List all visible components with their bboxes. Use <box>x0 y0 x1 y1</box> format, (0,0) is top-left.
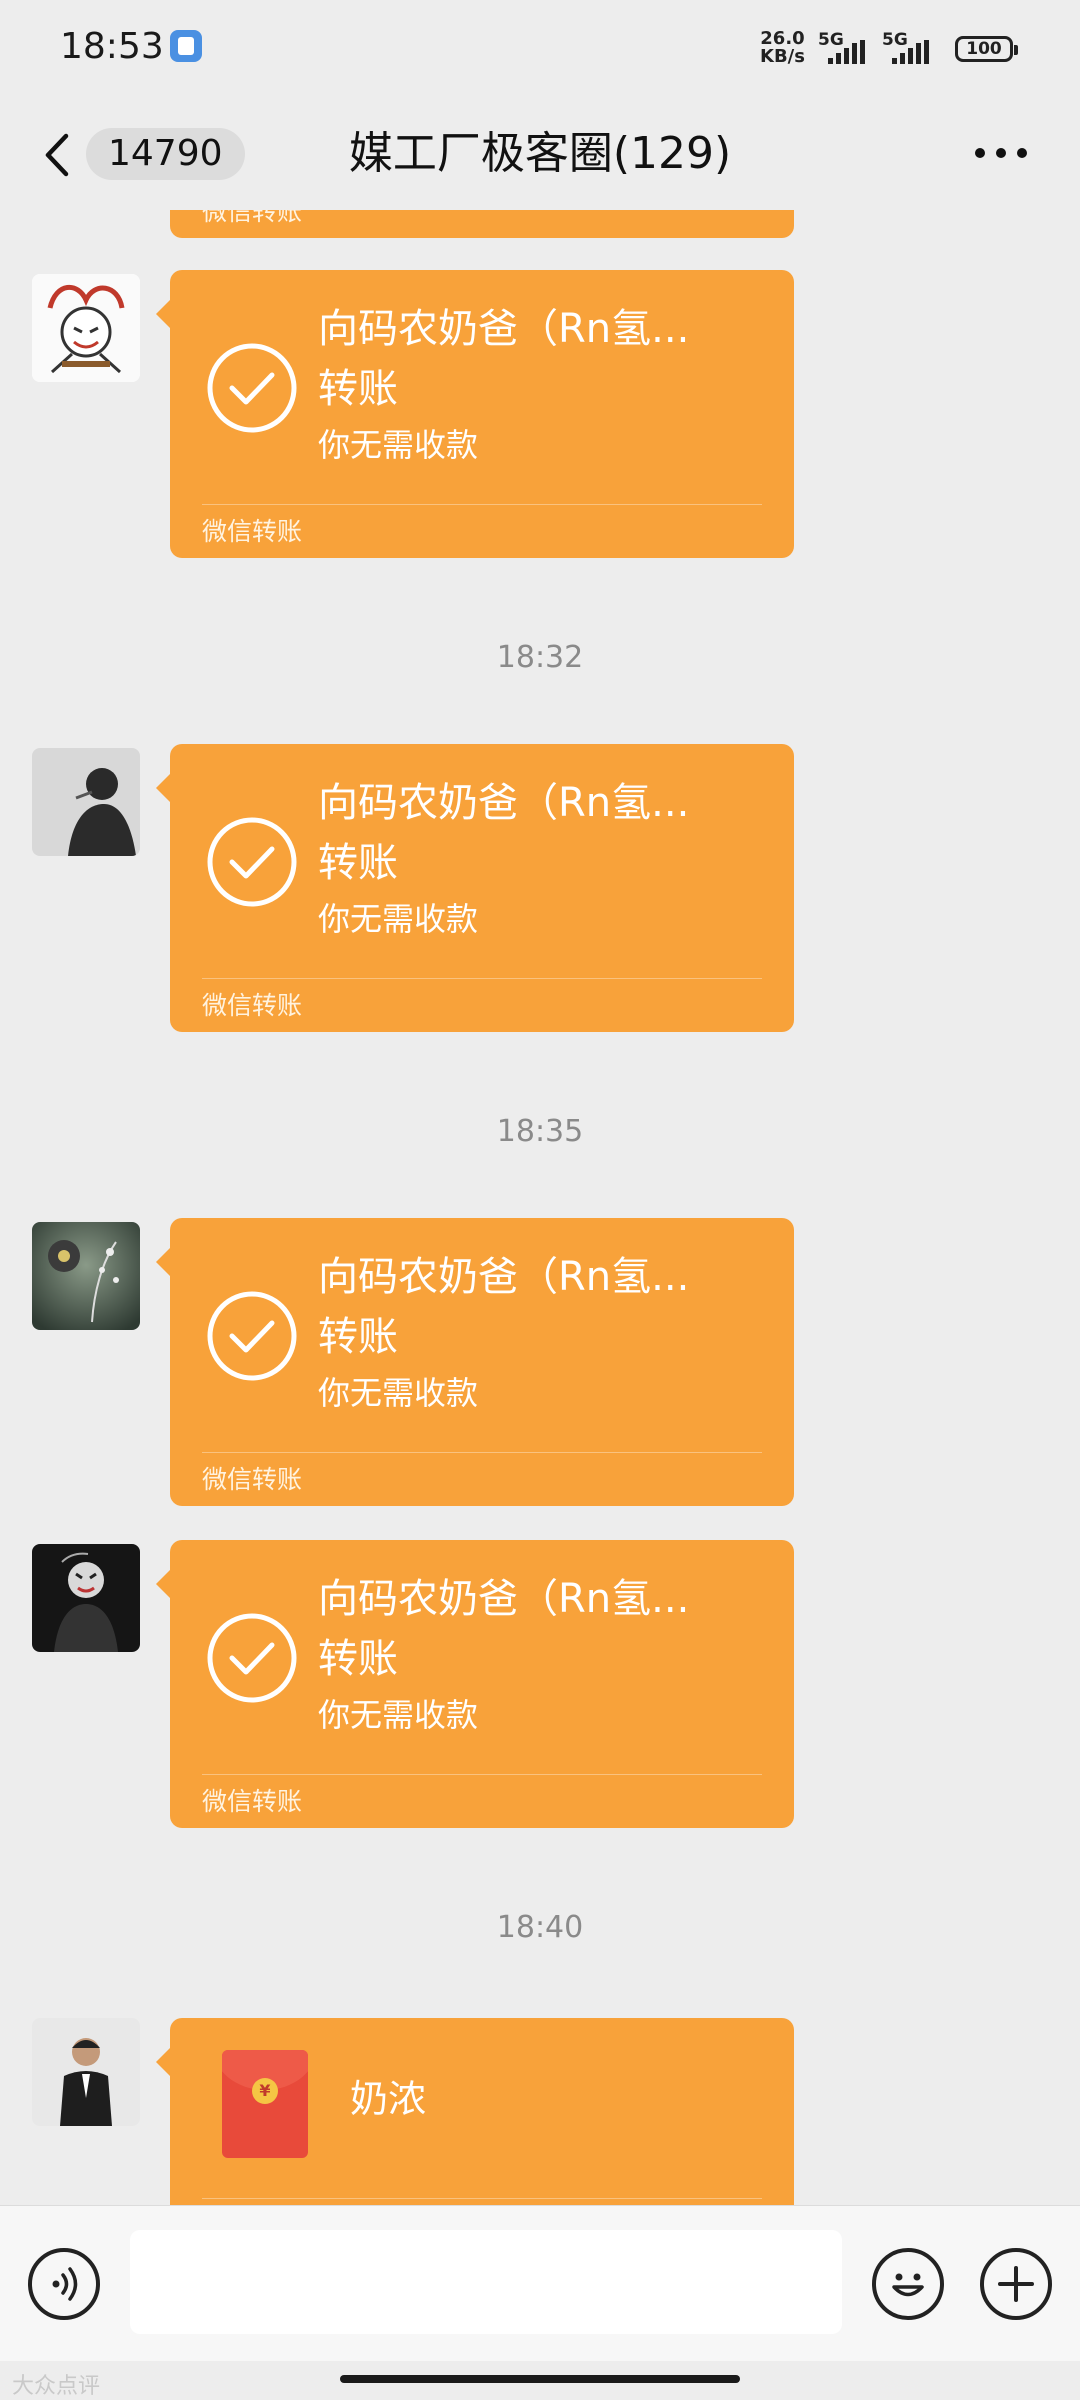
transfer-sender-name: 向码农奶爸（Rn氢... <box>318 306 690 352</box>
check-circle-icon <box>207 1613 297 1703</box>
transfer-sender-name: 向码农奶爸（Rn氢... <box>318 780 690 826</box>
sim2-signal-icon: 5G <box>882 30 952 64</box>
man-smoking-avatar-icon[interactable] <box>32 748 140 856</box>
transfer-source-label: 微信转账 <box>202 517 303 546</box>
card-divider <box>202 978 762 979</box>
message-list[interactable]: 微信转账 向码农奶爸（Rn氢... 转账 你无需收款 微信转账 18:32 向码… <box>0 210 1080 2205</box>
transfer-note: 你无需收款 <box>318 1374 479 1412</box>
transfer-kind: 转账 <box>318 1636 398 1682</box>
voice-icon <box>52 2267 78 2301</box>
battery-icon: 100 <box>955 36 1018 62</box>
chevron-left-icon <box>45 133 69 177</box>
red-packet-title: 奶浓 <box>350 2077 427 2121</box>
message-timestamp: 18:35 <box>496 1114 584 1149</box>
watermark: 大众点评 <box>12 2374 101 2399</box>
message-input[interactable] <box>130 2230 842 2334</box>
network-speed-unit: KB/s <box>760 46 805 67</box>
transfer-message[interactable]: 向码农奶爸（Rn氢... 转账 你无需收款 微信转账 <box>156 744 794 1032</box>
transfer-kind: 转账 <box>318 366 398 412</box>
sim1-signal-icon: 5G <box>818 30 888 64</box>
status-bar: 18:53 26.0 KB/s 5G 5G 100 <box>0 0 1080 100</box>
plus-icon <box>998 2266 1034 2302</box>
message-timestamp: 18:40 <box>496 1910 584 1945</box>
transfer-note: 你无需收款 <box>318 1696 479 1734</box>
emoji-button[interactable] <box>872 2248 944 2320</box>
more-options-button[interactable] <box>975 148 1031 164</box>
card-divider <box>202 504 762 505</box>
notification-app-icon <box>170 30 202 62</box>
back-button[interactable] <box>38 130 78 180</box>
transfer-message-partial[interactable]: 微信转账 <box>170 210 794 238</box>
chat-input-bar <box>0 2205 1080 2361</box>
jester-avatar-icon[interactable] <box>32 274 140 382</box>
check-circle-icon <box>207 343 297 433</box>
flower-art-avatar-icon[interactable] <box>32 1222 140 1330</box>
joker-avatar-icon[interactable] <box>32 1544 140 1652</box>
emoji-icon <box>892 2273 924 2297</box>
home-indicator[interactable] <box>340 2375 740 2383</box>
dot-icon <box>1017 148 1027 158</box>
transfer-note: 你无需收款 <box>318 900 479 938</box>
transfer-source-label: 微信转账 <box>202 1465 303 1494</box>
more-functions-button[interactable] <box>980 2248 1052 2320</box>
transfer-sender-name: 向码农奶爸（Rn氢... <box>318 1576 690 1622</box>
transfer-message[interactable]: 向码农奶爸（Rn氢... 转账 你无需收款 微信转账 <box>156 1218 794 1506</box>
transfer-sender-name: 向码农奶爸（Rn氢... <box>318 1254 690 1300</box>
red-packet-message[interactable]: ¥ 奶浓 <box>156 2018 794 2205</box>
check-circle-icon <box>207 1291 297 1381</box>
message-timestamp: 18:32 <box>496 640 584 675</box>
chat-title[interactable]: 媒工厂极客圈(129) <box>349 128 731 179</box>
chat-header: 14790 媒工厂极客圈(129) <box>0 100 1080 210</box>
card-divider <box>202 2198 762 2199</box>
man-in-suit-avatar-icon[interactable] <box>32 2018 140 2126</box>
card-divider <box>202 1452 762 1453</box>
transfer-kind: 转账 <box>318 1314 398 1360</box>
transfer-source-label: 微信转账 <box>202 991 303 1020</box>
transfer-note: 你无需收款 <box>318 426 479 464</box>
unread-count-badge[interactable]: 14790 <box>86 128 245 180</box>
transfer-source-label: 微信转账 <box>202 1787 303 1816</box>
transfer-message[interactable]: 向码农奶爸（Rn氢... 转账 你无需收款 微信转账 <box>156 270 794 558</box>
dot-icon <box>975 148 985 158</box>
status-time: 18:53 <box>60 26 164 67</box>
transfer-kind: 转账 <box>318 840 398 886</box>
transfer-source-label: 微信转账 <box>202 210 303 226</box>
voice-button[interactable] <box>28 2248 100 2320</box>
network-speed: 26.0 KB/s <box>760 30 805 66</box>
dot-icon <box>996 148 1006 158</box>
red-envelope-icon: ¥ <box>222 2050 308 2158</box>
card-divider <box>202 1774 762 1775</box>
transfer-message[interactable]: 向码农奶爸（Rn氢... 转账 你无需收款 微信转账 <box>156 1540 794 1828</box>
check-circle-icon <box>207 817 297 907</box>
